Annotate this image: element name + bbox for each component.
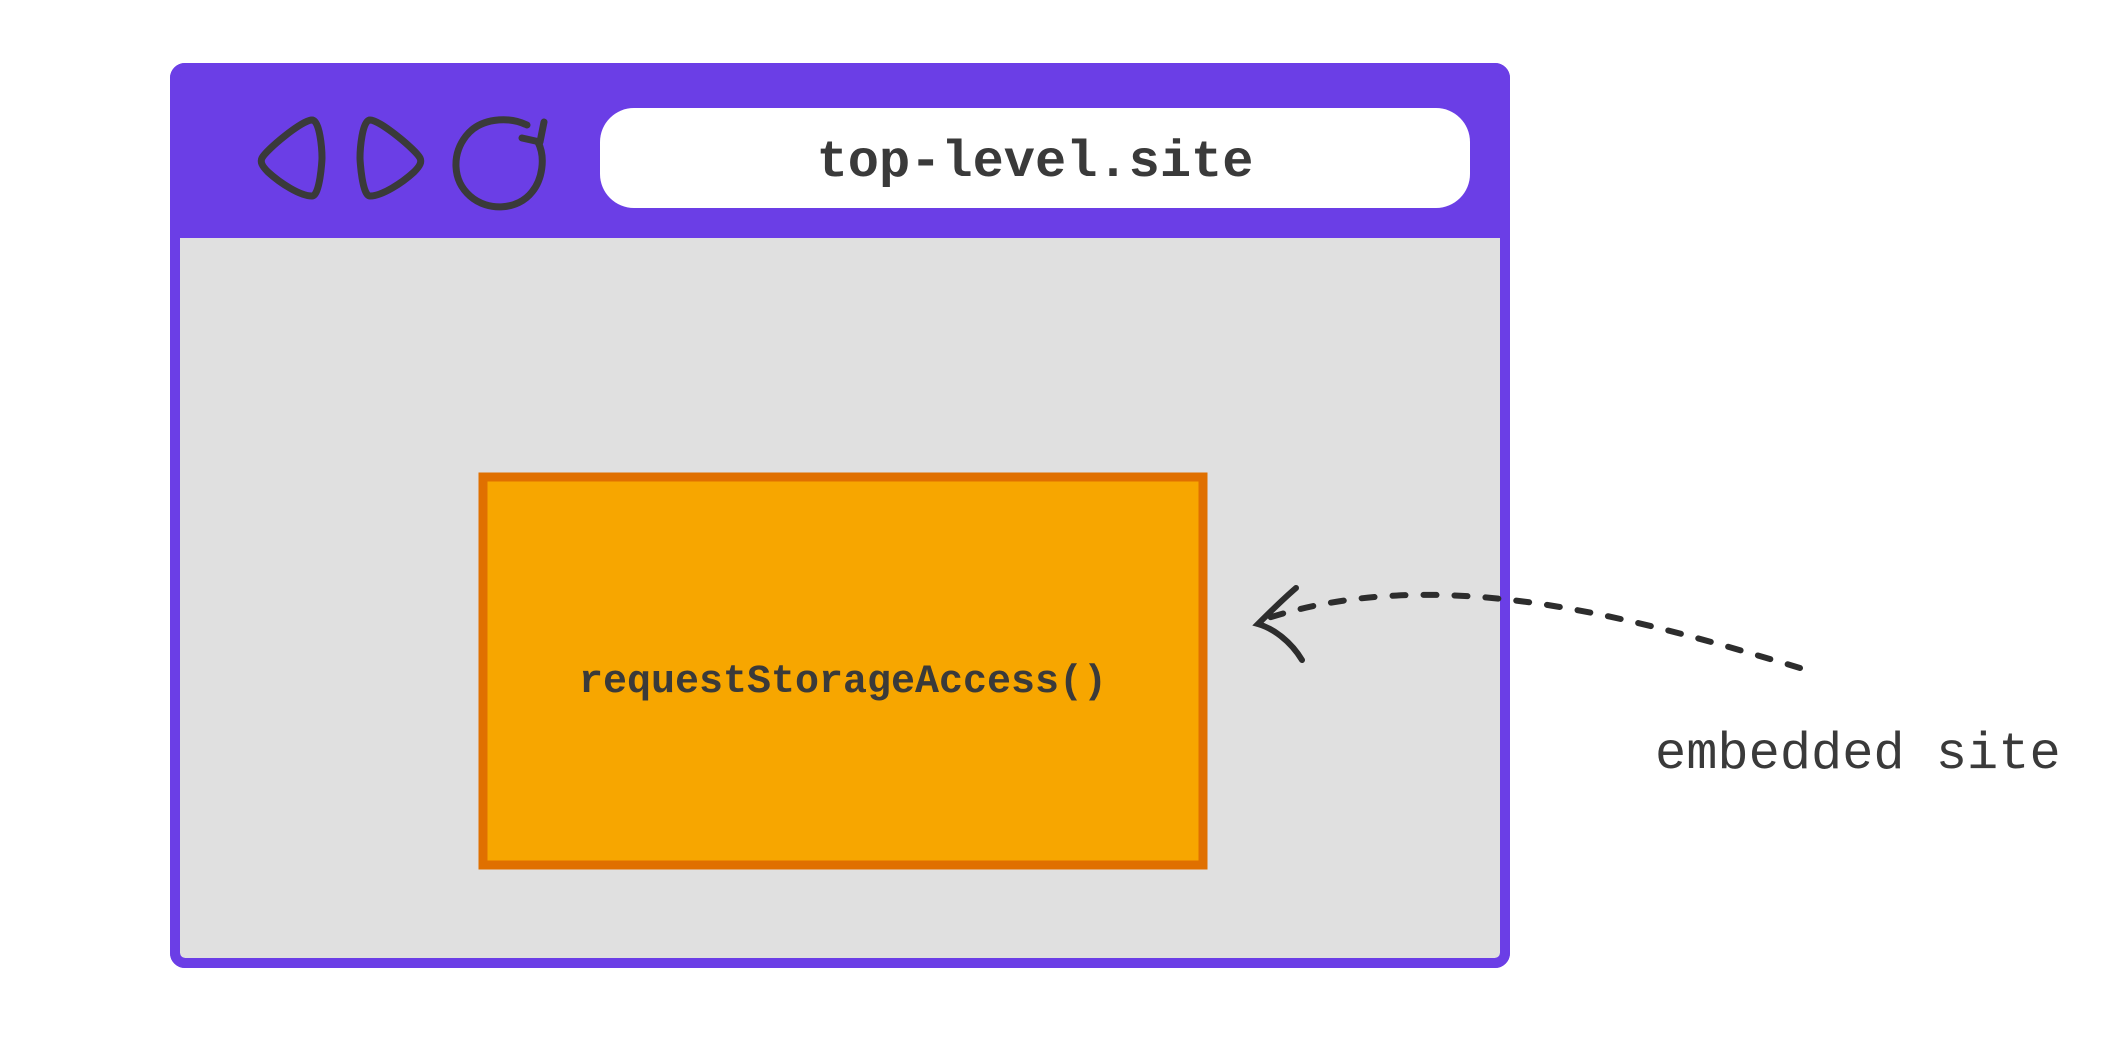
diagram-canvas: top-level.site requestStorageAccess() em… <box>0 0 2102 1056</box>
iframe-code-label: requestStorageAccess() <box>579 660 1107 705</box>
browser-window: top-level.site requestStorageAccess() <box>175 68 1505 963</box>
annotation-label: embedded site <box>1655 725 2061 784</box>
url-bar: top-level.site <box>600 108 1470 208</box>
embedded-iframe: requestStorageAccess() <box>483 477 1203 865</box>
url-text: top-level.site <box>817 133 1254 192</box>
